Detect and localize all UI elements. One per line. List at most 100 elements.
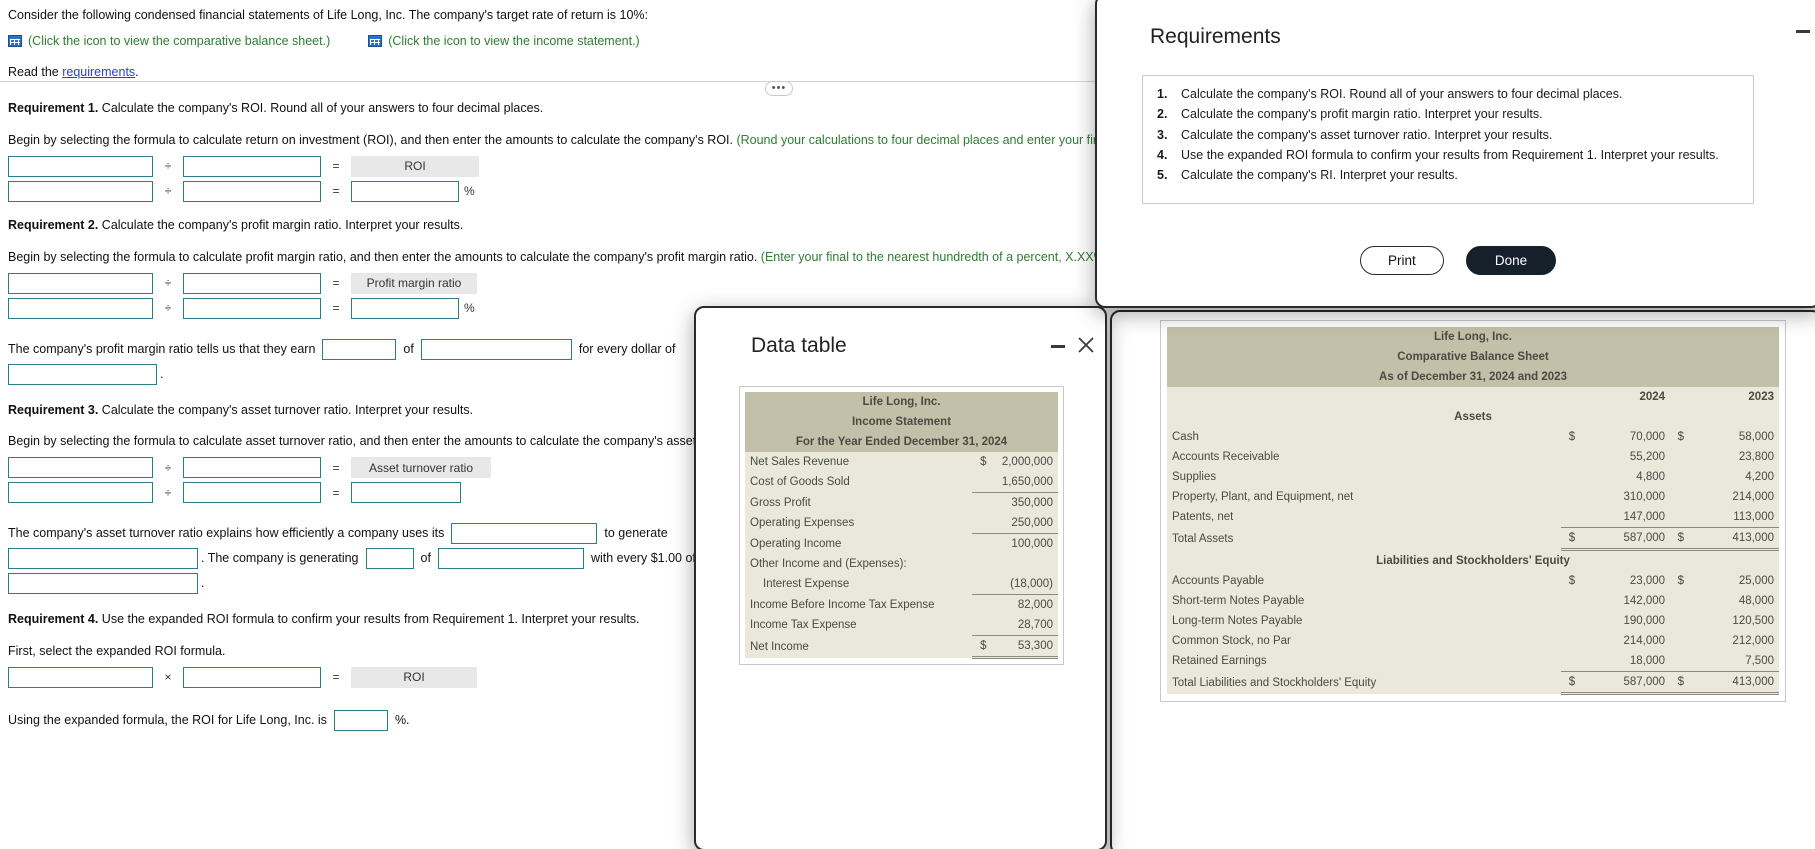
divide-operator: ÷ [164,460,172,475]
income-statement-row-currency [972,615,987,636]
at-formula-denominator-select[interactable] [183,457,321,479]
expanded-roi-closing-text: Using the expanded formula, the ROI for … [8,713,327,728]
pm-formula-numerator-select[interactable] [8,272,153,294]
at-denominator-amount-input[interactable] [183,482,321,504]
expanded-roi-value-input[interactable] [333,710,388,731]
at-sentence-part-1: The company's asset turnover ratio expla… [8,526,445,541]
income-statement-table-wrap: Life Long, Inc. Income Statement For the… [739,386,1064,665]
at-numerator-amount-input[interactable] [8,482,153,504]
pm-earn-amount-input[interactable] [322,338,397,360]
expanded-roi-first-select[interactable] [8,667,153,688]
balance-sheet-row-label: Property, Plant, and Equipment, net [1167,487,1562,507]
balance-sheet-row-currency-2024: $ [1561,571,1576,591]
at-sentence-part-6: . [201,576,205,591]
close-icon[interactable] [1076,335,1096,355]
data-table-title: Data table [751,334,847,357]
income-statement-row-label: Net Income [745,635,973,658]
minimize-icon[interactable] [1796,30,1810,33]
roi-denominator-amount-input[interactable] [183,180,321,202]
requirements-dialog-buttons: Print Done [1097,246,1815,275]
data-table-dialog[interactable]: Data table Life Long, Inc. Income Statem… [694,306,1107,849]
requirement-list-item: 2. Calculate the company's profit margin … [1151,106,1745,122]
balance-sheet-row-currency-2024 [1561,651,1576,672]
liabilities-section-header: Liabilities and Stockholders' Equity [1167,549,1779,571]
table-grid-icon[interactable] [8,35,22,48]
income-statement-period: For the Year Ended December 31, 2024 [745,432,1058,452]
requirement-item-text: Use the expanded ROI formula to confirm … [1181,147,1719,162]
pm-earn-unit-input[interactable] [420,338,572,360]
balance-sheet-row-value-2023: 23,800 [1684,447,1779,467]
requirement-3-label: Requirement 3. [8,402,99,417]
balance-sheet-row-label: Supplies [1167,467,1562,487]
expanded-roi-second-select[interactable] [183,667,321,688]
balance-sheet-row-value-2024: 310,000 [1575,487,1671,507]
income-statement-name-row: Income Statement [745,412,1058,432]
pm-denominator-amount-input[interactable] [183,297,321,319]
balance-sheet-row-currency-2023 [1670,447,1685,467]
at-uses-input[interactable] [451,523,598,545]
at-basis-input[interactable] [8,573,198,595]
balance-sheet-row: Total Assets $587,000 $413,000 [1167,527,1779,551]
income-statement-link[interactable]: (Click the icon to view the income state… [368,33,640,50]
balance-sheet-link[interactable]: (Click the icon to view the comparative … [8,33,330,50]
requirement-item-text: Calculate the company's RI. Interpret yo… [1181,168,1458,182]
requirements-dialog[interactable]: Requirements 1. Calculate the company's R… [1095,0,1815,308]
pm-numerator-amount-input[interactable] [8,297,153,319]
at-generating-unit-input[interactable] [437,548,584,570]
read-prefix: Read the [8,64,63,79]
requirement-list-item: 1. Calculate the company's ROI. Round all… [1151,86,1745,102]
requirement-2-instruction-black: Begin by selecting the formula to calcul… [8,249,761,264]
print-button[interactable]: Print [1359,246,1444,275]
balance-sheet-row: Common Stock, no Par 214,000 212,000 [1167,631,1779,651]
income-statement-row-value: 250,000 [986,513,1058,534]
pm-earn-basis-input[interactable] [8,363,157,385]
balance-sheet-row: Short-term Notes Payable 142,000 48,000 [1167,591,1779,611]
balance-sheet-row-value-2023: 212,000 [1684,631,1779,651]
at-generating-amount-input[interactable] [365,548,414,570]
at-formula-numerator-select[interactable] [8,457,153,479]
expanded-roi-result-label: ROI [351,667,477,688]
requirement-item-text: Calculate the company's profit margin ra… [1181,107,1543,122]
income-statement-row-label: Interest Expense [745,574,973,595]
pm-result-input[interactable] [351,297,459,319]
income-statement-rows-body: Net Sales Revenue $2,000,000 Cost of Goods… [745,452,1058,659]
balance-sheet-row-label: Retained Earnings [1167,651,1562,672]
balance-sheet-row-currency-2023 [1670,591,1685,611]
balance-sheet-dialog[interactable]: Life Long, Inc. Comparative Balance Shee… [1110,310,1815,849]
requirements-header: Requirements [1097,0,1815,66]
income-statement-row-value: 1,650,000 [986,472,1058,493]
divide-operator: ÷ [164,300,172,315]
assets-section-header: Assets [1167,407,1779,427]
roi-result-input[interactable] [351,180,459,202]
balance-sheet-row-value-2023: 4,200 [1684,467,1779,487]
income-statement-row-currency [972,533,987,554]
minimize-icon[interactable] [1051,345,1065,348]
income-statement-table: Life Long, Inc. Income Statement For the… [745,392,1058,659]
asset-rows-body: Cash $70,000 $58,000 Accounts Receivable 55,… [1167,427,1779,551]
balance-sheet-company: Life Long, Inc. [1167,327,1779,347]
at-generate-input[interactable] [8,548,198,570]
table-grid-icon[interactable] [368,35,383,48]
requirements-link[interactable]: requirements [62,65,135,79]
at-result-input[interactable] [351,482,461,504]
income-statement-row: Net Sales Revenue $2,000,000 [745,452,1058,472]
income-statement-name: Income Statement [745,412,1058,432]
done-button[interactable]: Done [1465,246,1557,275]
requirement-3-instruction-black: Begin by selecting the formula to calcul… [8,434,777,449]
balance-sheet-row-currency-2024 [1561,591,1576,611]
income-statement-row-currency: $ [972,452,987,472]
divide-operator: ÷ [164,184,172,199]
requirement-item-number: 5. [1157,168,1168,182]
balance-sheet-row-currency-2023 [1670,631,1685,651]
roi-formula-numerator-select[interactable] [8,155,153,177]
roi-numerator-amount-input[interactable] [8,180,153,202]
income-statement-row-value: (18,000) [986,574,1058,595]
roi-formula-denominator-select[interactable] [183,155,321,177]
pane-splitter-handle[interactable]: ••• [765,81,793,96]
balance-sheet-row-value-2023: 25,000 [1684,571,1779,591]
balance-sheet-row-value-2024: 70,000 [1575,427,1671,447]
pm-formula-denominator-select[interactable] [183,272,321,294]
balance-sheet-row-value-2023: 48,000 [1684,591,1779,611]
requirement-3-text: Calculate the company's asset turnover r… [98,402,474,417]
income-statement-row-value [986,554,1058,574]
